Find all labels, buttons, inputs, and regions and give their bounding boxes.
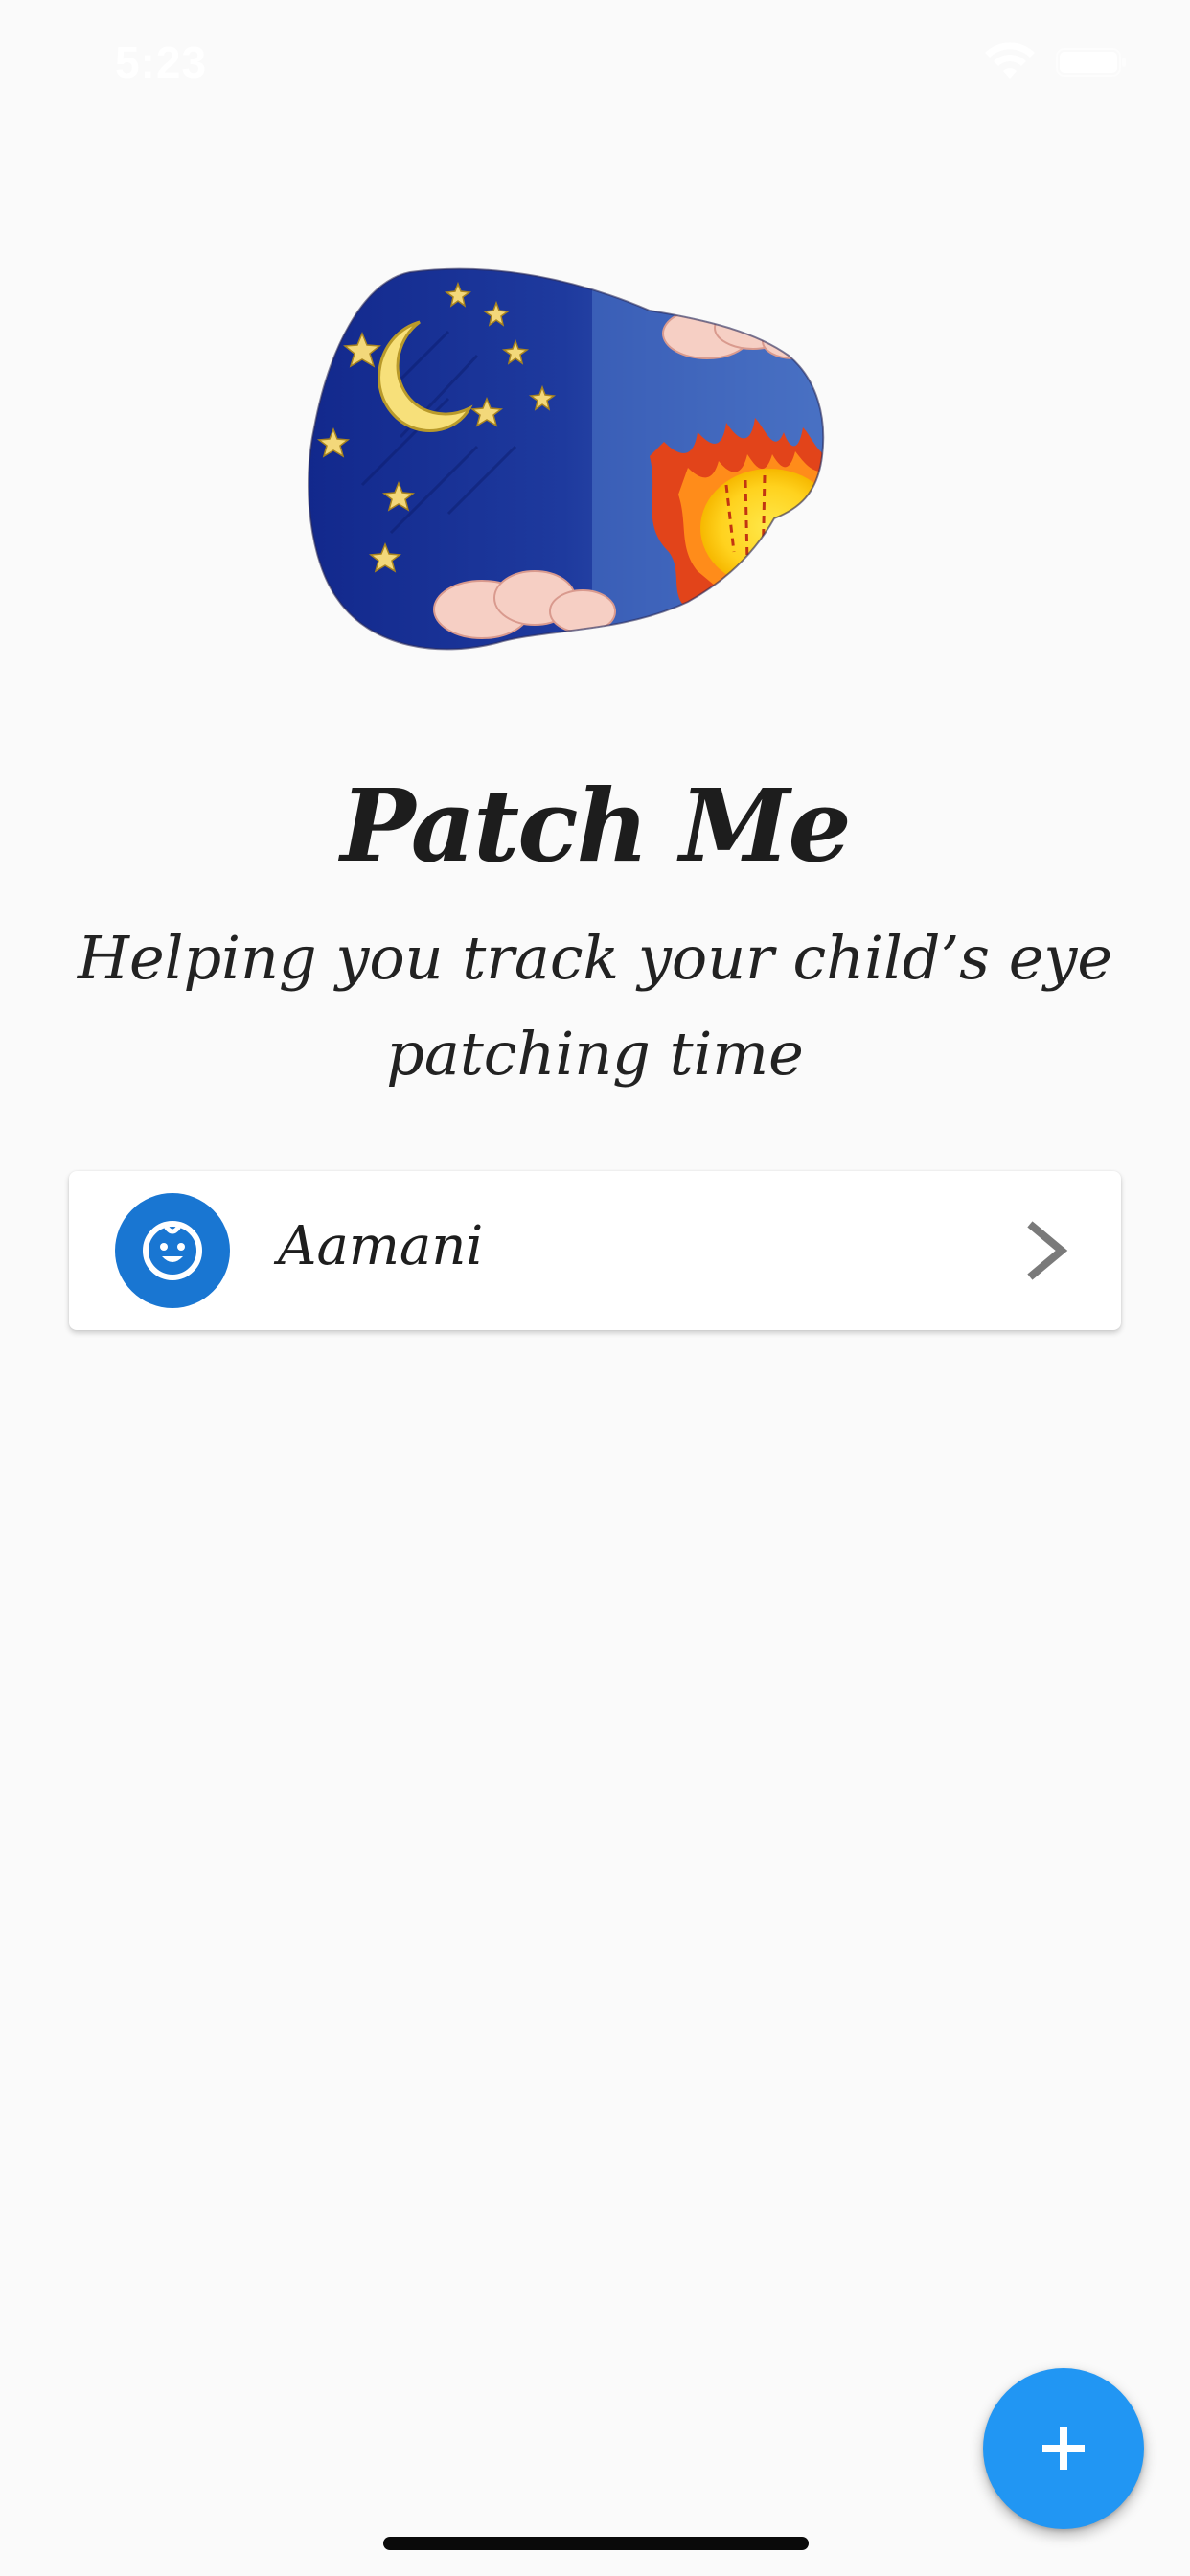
status-time: 5:23 <box>115 37 208 87</box>
home-screen: 5:23 Patch Me Helping you track your chi… <box>0 0 1190 2576</box>
avatar <box>115 1193 230 1308</box>
app-title: Patch Me <box>340 767 851 885</box>
app-subtitle: Helping you track your child’s eye patch… <box>77 923 1113 1089</box>
wifi-icon <box>985 42 1035 79</box>
add-child-button[interactable] <box>983 2368 1144 2529</box>
plus-icon <box>1042 2427 1085 2470</box>
eye-patch-illustration <box>308 267 825 651</box>
baby-face-icon <box>143 1221 202 1280</box>
child-list-item[interactable]: Aamani <box>69 1171 1121 1330</box>
status-bar: 5:23 <box>0 0 1190 126</box>
battery-icon <box>1056 48 1126 77</box>
child-name: Aamani <box>278 1215 484 1277</box>
home-indicator[interactable] <box>383 2537 809 2550</box>
chevron-right-icon <box>1027 1221 1068 1280</box>
